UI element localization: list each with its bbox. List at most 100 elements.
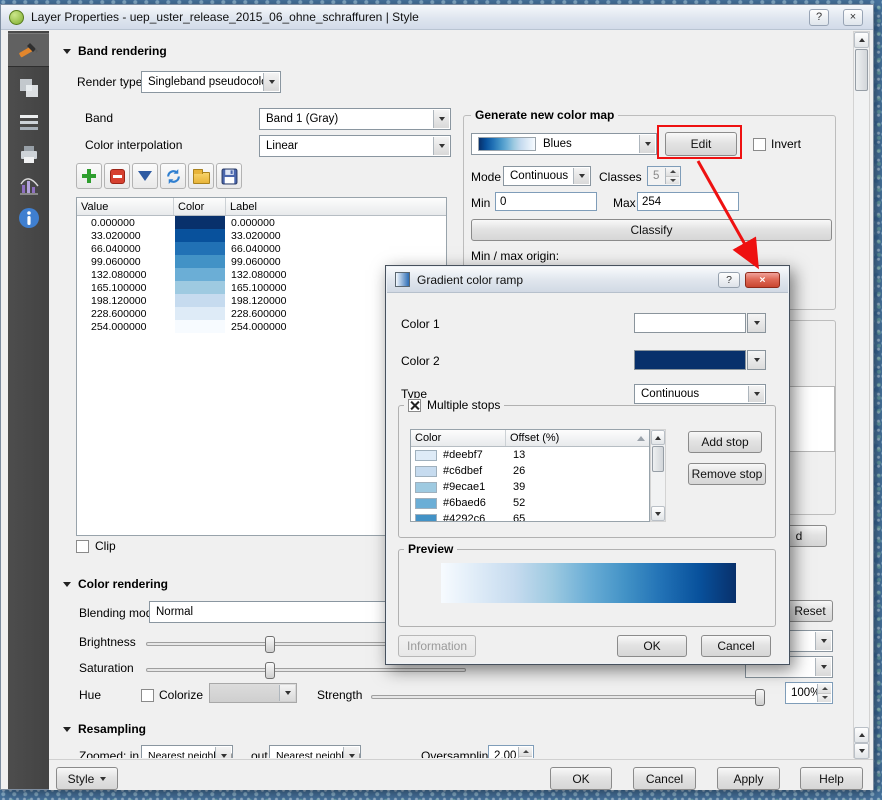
- vertical-scrollbar[interactable]: [853, 31, 870, 758]
- scrollbar-thumb[interactable]: [855, 49, 868, 91]
- color-swatch: [175, 307, 225, 320]
- clip-checkbox[interactable]: [76, 540, 89, 553]
- color1-picker[interactable]: [634, 313, 766, 333]
- remove-stop-button[interactable]: Remove stop: [688, 463, 766, 485]
- band-rendering-title: Band rendering: [78, 44, 167, 58]
- sidebar-tab-transparency[interactable]: [8, 71, 49, 105]
- scrollbar-secondary-up-button[interactable]: [854, 727, 869, 743]
- save-color-map-button[interactable]: [216, 163, 242, 189]
- help-button[interactable]: Help: [800, 767, 863, 790]
- stop-row[interactable]: #c6dbef 26: [411, 463, 649, 479]
- stops-scroll-up-button[interactable]: [651, 430, 665, 445]
- arrow-up-icon: [655, 436, 661, 440]
- reset-button[interactable]: Reset: [787, 600, 833, 622]
- window-titlebar[interactable]: Layer Properties - uep_uster_release_201…: [1, 5, 873, 30]
- label-column-header[interactable]: Label: [226, 198, 446, 215]
- gradient-dialog-titlebar[interactable]: Gradient color ramp ? ×: [387, 267, 788, 293]
- strength-spinner[interactable]: 100%: [785, 682, 833, 704]
- colorize-checkbox[interactable]: [141, 689, 154, 702]
- classes-spinner[interactable]: 5: [647, 166, 681, 186]
- resampling-row: Zoomed: in Nearest neighbour out Nearest…: [61, 740, 606, 758]
- info-icon: [17, 206, 41, 230]
- row-color-cell: [174, 281, 226, 294]
- brightness-slider-handle[interactable]: [265, 636, 275, 653]
- sidebar-tab-pyramids[interactable]: [8, 137, 49, 171]
- stop-hex: #9ecae1: [443, 481, 485, 493]
- information-button[interactable]: Information: [398, 635, 476, 657]
- render-type-select[interactable]: Singleband pseudocolor: [141, 71, 281, 93]
- multiple-stops-checkbox[interactable]: [408, 399, 421, 412]
- gradient-dialog-help-button[interactable]: ?: [718, 272, 740, 288]
- edit-button[interactable]: Edit: [665, 132, 737, 156]
- table-row[interactable]: 33.020000 33.020000: [77, 229, 446, 242]
- mode-select[interactable]: Continuous: [503, 166, 591, 186]
- plus-icon: [82, 169, 96, 183]
- apply-button[interactable]: Apply: [717, 767, 780, 790]
- window-close-button[interactable]: ×: [843, 9, 863, 26]
- cancel-button[interactable]: Cancel: [633, 767, 696, 790]
- max-input[interactable]: [637, 192, 739, 211]
- classify-button[interactable]: Classify: [471, 219, 832, 241]
- ok-button[interactable]: OK: [550, 767, 612, 790]
- sidebar-tab-metadata[interactable]: [8, 201, 49, 235]
- style-menu-button[interactable]: Style: [56, 767, 118, 790]
- refresh-color-map-button[interactable]: [160, 163, 186, 189]
- stop-row[interactable]: #9ecae1 39: [411, 479, 649, 495]
- qgis-icon: [9, 10, 24, 25]
- remove-entry-button[interactable]: [104, 163, 130, 189]
- scrollbar-up-button[interactable]: [854, 32, 869, 48]
- min-input[interactable]: [495, 192, 597, 211]
- window-help-button[interactable]: ?: [809, 9, 829, 26]
- stops-scroll-thumb[interactable]: [652, 446, 664, 472]
- scrollbar-down-button[interactable]: [854, 743, 869, 759]
- invert-checkbox[interactable]: [753, 138, 766, 151]
- color-column-header[interactable]: Color: [174, 198, 226, 215]
- band-rendering-section-header[interactable]: Band rendering: [63, 44, 167, 58]
- spinner-buttons[interactable]: [665, 168, 679, 184]
- color2-picker[interactable]: [634, 350, 766, 370]
- value-column-header[interactable]: Value: [77, 198, 174, 215]
- oversampling-spinner[interactable]: 2.00: [488, 745, 534, 758]
- color-interpolation-select[interactable]: Linear: [259, 135, 451, 157]
- dialog-cancel-button[interactable]: Cancel: [701, 635, 771, 657]
- gradient-preview: [441, 563, 736, 603]
- render-type-label: Render type: [77, 75, 142, 89]
- sidebar-tab-histogram[interactable]: [8, 169, 49, 203]
- color-swatch: [175, 281, 225, 294]
- zoomed-out-select[interactable]: Nearest neighbour: [269, 745, 361, 758]
- color-rendering-section-header[interactable]: Color rendering: [63, 577, 168, 591]
- zoomed-in-select[interactable]: Nearest neighbour: [141, 745, 233, 758]
- chevron-down-icon: [279, 685, 295, 701]
- color-interpolation-value: Linear: [266, 140, 298, 152]
- resampling-section-header[interactable]: Resampling: [63, 722, 146, 736]
- stop-offset-column-header[interactable]: Offset (%): [506, 430, 649, 446]
- gradient-dialog-close-button[interactable]: ×: [745, 272, 780, 288]
- add-stop-button[interactable]: Add stop: [688, 431, 762, 453]
- stop-row[interactable]: #4292c6 65: [411, 511, 649, 522]
- color-ramp-select[interactable]: Blues: [471, 133, 657, 155]
- saturation-slider[interactable]: [146, 668, 466, 672]
- spinner-buttons[interactable]: [518, 747, 532, 758]
- sidebar-tab-style[interactable]: [8, 33, 49, 67]
- stops-scroll-down-button[interactable]: [651, 506, 665, 521]
- stop-offset: 65: [506, 513, 649, 522]
- type-select[interactable]: Continuous: [634, 384, 766, 404]
- stops-table[interactable]: Color Offset (%) #deebf7 13 #c6dbef 26 #…: [410, 429, 650, 522]
- table-row[interactable]: 0.000000 0.000000: [77, 216, 446, 229]
- strength-slider[interactable]: [371, 695, 763, 699]
- strength-slider-handle[interactable]: [755, 689, 765, 706]
- add-entry-button[interactable]: [76, 163, 102, 189]
- stop-row[interactable]: #deebf7 13: [411, 447, 649, 463]
- stop-row[interactable]: #6baed6 52: [411, 495, 649, 511]
- dialog-ok-button[interactable]: OK: [617, 635, 687, 657]
- table-row[interactable]: 66.040000 66.040000: [77, 242, 446, 255]
- band-select[interactable]: Band 1 (Gray): [259, 108, 451, 130]
- stop-color-column-header[interactable]: Color: [411, 430, 506, 446]
- stops-table-scrollbar[interactable]: [650, 429, 666, 522]
- colorize-color-button[interactable]: [209, 683, 297, 703]
- spinner-buttons[interactable]: [817, 684, 831, 702]
- sidebar-tab-colormap[interactable]: [8, 105, 49, 139]
- saturation-slider-handle[interactable]: [265, 662, 275, 679]
- load-color-map-button[interactable]: [188, 163, 214, 189]
- sort-entries-button[interactable]: [132, 163, 158, 189]
